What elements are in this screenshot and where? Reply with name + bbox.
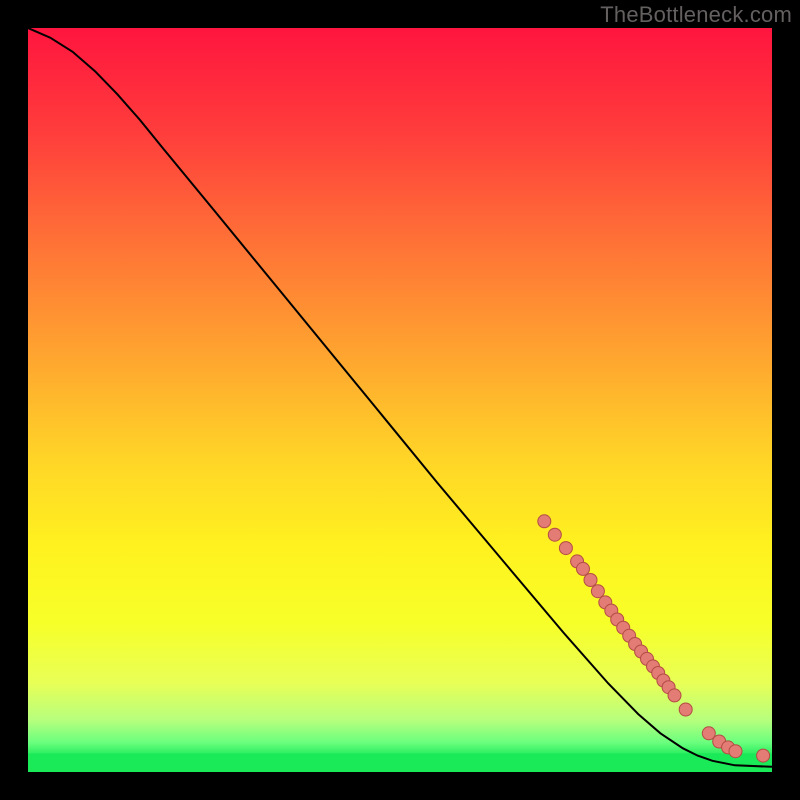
- watermark-text: TheBottleneck.com: [600, 2, 792, 28]
- curve-marker: [538, 515, 551, 528]
- curve-marker: [577, 562, 590, 575]
- plot-area: [28, 28, 772, 772]
- curve-marker: [591, 585, 604, 598]
- curve-marker: [729, 745, 742, 758]
- green-band: [28, 753, 772, 772]
- curve-marker: [584, 574, 597, 587]
- curve-marker: [548, 528, 561, 541]
- curve-marker: [679, 703, 692, 716]
- chart-frame: TheBottleneck.com: [0, 0, 800, 800]
- gradient-background: [28, 28, 772, 772]
- curve-marker: [559, 542, 572, 555]
- curve-marker: [668, 689, 681, 702]
- curve-marker: [757, 749, 770, 762]
- plot-svg: [28, 28, 772, 772]
